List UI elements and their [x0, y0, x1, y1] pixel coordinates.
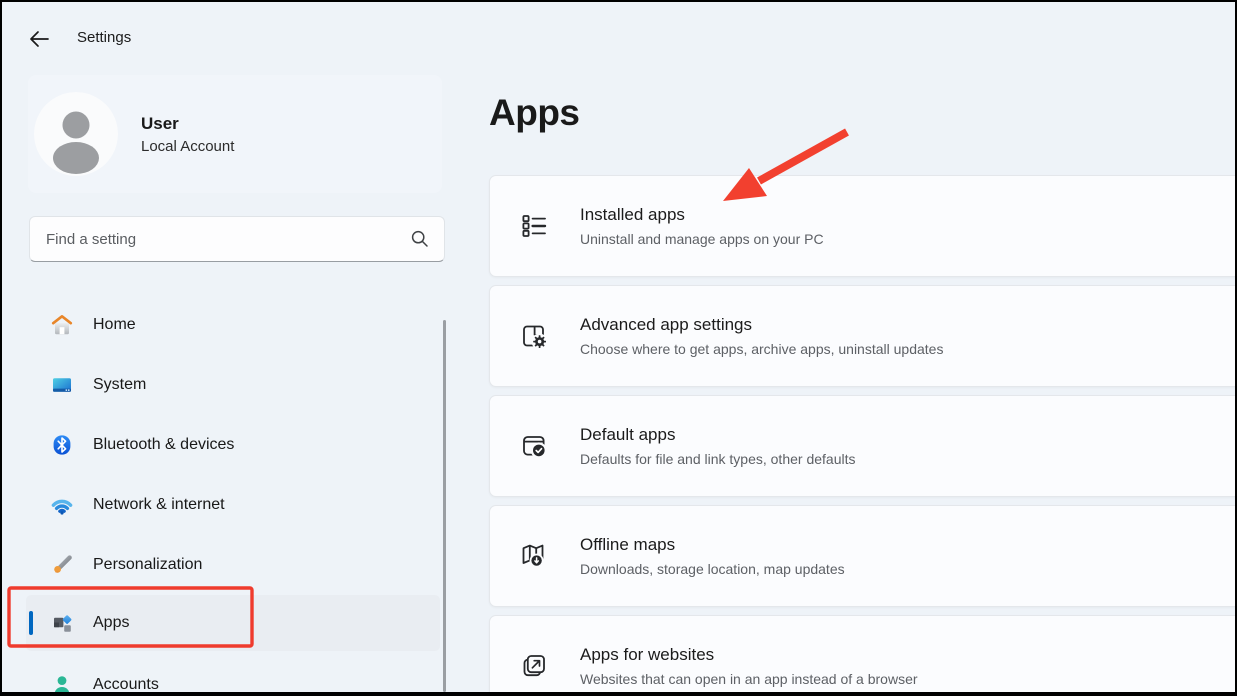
account-name: User	[141, 113, 179, 133]
sidebar-item-label: Accounts	[93, 676, 159, 692]
settings-window: Settings User Local Account Find a setti…	[2, 2, 1235, 692]
sidebar-item-label: System	[93, 376, 147, 393]
card-apps-for-websites[interactable]: Apps for websites Websites that can open…	[489, 615, 1235, 692]
apps-icon	[54, 615, 72, 632]
accounts-icon	[54, 676, 70, 692]
default-apps-icon	[523, 436, 547, 459]
sidebar-item-network-internet[interactable]: Network & internet	[26, 477, 440, 533]
network-icon	[51, 499, 73, 515]
selected-indicator-pill	[29, 611, 33, 635]
search-icon[interactable]	[410, 229, 430, 249]
card-advanced-app-settings[interactable]: Advanced app settings Choose where to ge…	[489, 285, 1235, 387]
personalization-icon	[54, 555, 72, 573]
sidebar-item-label: Bluetooth & devices	[93, 436, 235, 453]
sidebar-item-label: Apps	[93, 614, 130, 631]
bluetooth-icon	[53, 435, 71, 455]
user-avatar	[34, 92, 118, 176]
card-title: Installed apps	[580, 205, 685, 224]
installed-apps-icon	[522, 215, 547, 237]
home-icon	[51, 315, 73, 335]
advanced-app-settings-icon	[523, 325, 548, 350]
sidebar-item-label: Network & internet	[93, 496, 225, 513]
back-arrow-icon	[30, 31, 49, 47]
card-default-apps[interactable]: Default apps Defaults for file and link …	[489, 395, 1235, 497]
card-subtitle: Websites that can open in an app instead…	[580, 671, 918, 687]
sidebar-item-system[interactable]: System	[26, 357, 440, 413]
page-title: Apps	[489, 92, 580, 133]
card-subtitle: Choose where to get apps, archive apps, …	[580, 341, 944, 357]
account-card[interactable]: User Local Account	[28, 75, 442, 193]
search-box	[29, 216, 445, 262]
offline-maps-icon	[522, 544, 544, 568]
card-offline-maps[interactable]: Offline maps Downloads, storage location…	[489, 505, 1235, 607]
back-button[interactable]	[26, 26, 52, 52]
card-title: Default apps	[580, 425, 676, 444]
system-icon	[53, 378, 71, 392]
card-title: Advanced app settings	[580, 315, 753, 334]
card-title: Apps for websites	[580, 645, 715, 664]
sidebar-scrollbar[interactable]	[443, 320, 446, 692]
sidebar-item-home[interactable]: Home	[26, 297, 440, 353]
window-title: Settings	[77, 29, 132, 46]
apps-for-websites-icon	[523, 655, 545, 677]
sidebar-item-bluetooth-devices[interactable]: Bluetooth & devices	[26, 417, 440, 473]
search-input[interactable]	[30, 230, 410, 248]
card-subtitle: Uninstall and manage apps on your PC	[580, 231, 824, 247]
card-installed-apps[interactable]: Installed apps Uninstall and manage apps…	[489, 175, 1235, 277]
sidebar-item-label: Home	[93, 316, 136, 333]
sidebar-item-label: Personalization	[93, 556, 203, 573]
sidebar-item-personalization[interactable]: Personalization	[26, 537, 440, 593]
card-title: Offline maps	[580, 535, 676, 554]
card-subtitle: Defaults for file and link types, other …	[580, 451, 856, 467]
sidebar-item-apps[interactable]: Apps	[26, 595, 440, 651]
card-subtitle: Downloads, storage location, map updates	[580, 561, 845, 577]
account-type: Local Account	[141, 137, 235, 155]
sidebar-item-accounts[interactable]: Accounts	[26, 657, 440, 692]
